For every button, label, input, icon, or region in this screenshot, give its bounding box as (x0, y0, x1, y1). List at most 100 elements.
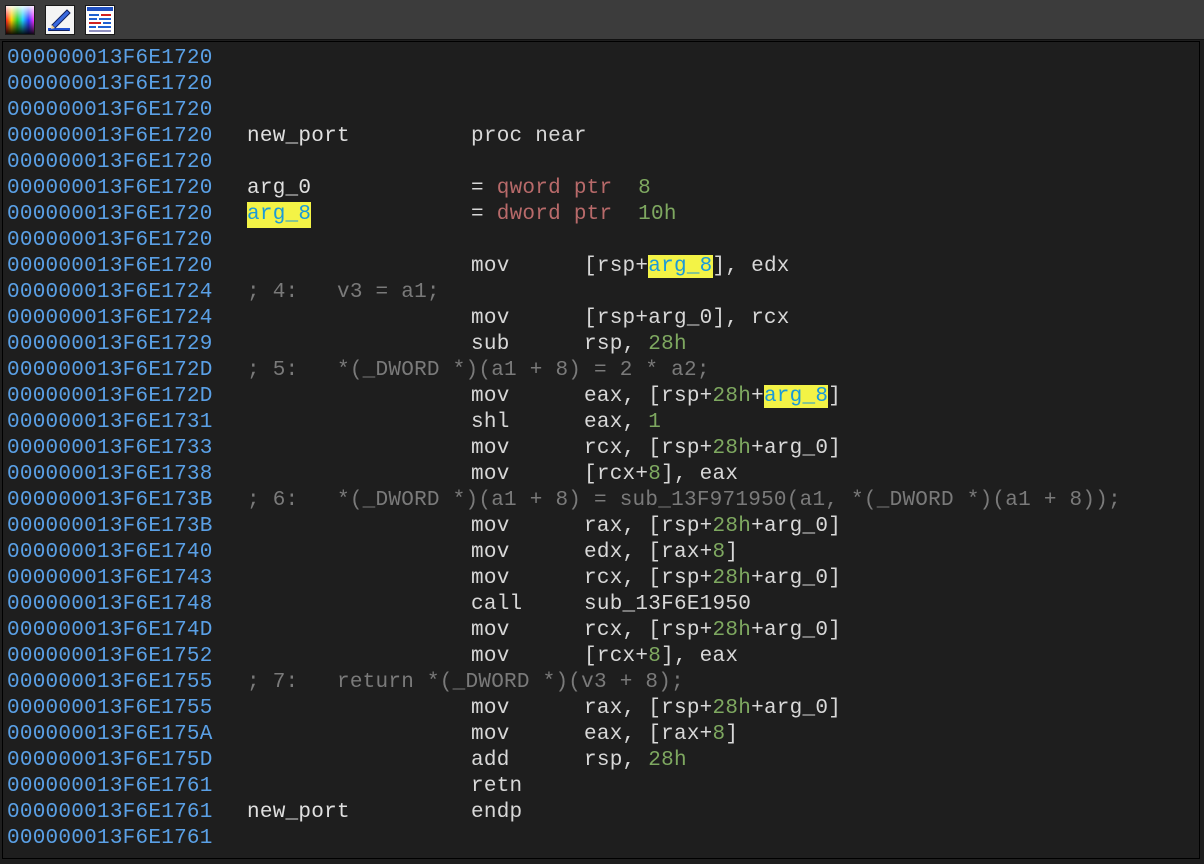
listing-line[interactable]: 000000013F6E1729 sub rsp, 28h (7, 332, 1197, 358)
operand-part: +arg_0] (751, 619, 842, 642)
operand-part: ], eax (661, 645, 739, 668)
address: 000000013F6E174D (7, 619, 213, 642)
mnemonic: mov (471, 618, 510, 644)
listing-line[interactable]: 000000013F6E1761 new_port endp (7, 800, 1197, 826)
mnemonic-text: mov (471, 437, 510, 460)
mnemonic-text: mov (471, 723, 510, 746)
listing-line[interactable]: 000000013F6E175A mov eax, [rax+8] (7, 722, 1197, 748)
listing-line[interactable]: 000000013F6E172D mov eax, [rsp+28h+arg_8] (7, 384, 1197, 410)
toolbar (0, 0, 1204, 40)
highlighted-operand[interactable]: arg_8 (648, 255, 713, 278)
listing-line[interactable]: 000000013F6E1720 (7, 72, 1197, 98)
listing-line[interactable]: 000000013F6E1755 ; 7: return *(_DWORD *)(… (7, 670, 1197, 696)
pseudocode-comment: ; 6: *(_DWORD *)(a1 + 8) = sub_13F971950… (247, 489, 1121, 512)
address: 000000013F6E1755 (7, 697, 213, 720)
mnemonic-text: shl (471, 411, 510, 434)
mnemonic: add (471, 748, 510, 774)
operands: [rsp+arg_0], rcx (584, 306, 790, 332)
mnemonic-text: mov (471, 515, 510, 538)
listing-line[interactable]: 000000013F6E1720 arg_8 = dword ptr 10h (7, 202, 1197, 228)
address: 000000013F6E1738 (7, 463, 213, 486)
listing-line[interactable]: 000000013F6E1761 (7, 826, 1197, 852)
listing-line[interactable]: 000000013F6E1724 mov [rsp+arg_0], rcx (7, 306, 1197, 332)
operands: edx, [rax+8] (584, 540, 738, 566)
listing-line[interactable]: 000000013F6E173B ; 6: *(_DWORD *)(a1 + 8)… (7, 488, 1197, 514)
listing-line[interactable]: 000000013F6E1724 ; 4: v3 = a1; (7, 280, 1197, 306)
operand-part: 8 (712, 723, 726, 746)
operand-part: +arg_0] (751, 515, 842, 538)
operand-part: 8 (638, 177, 651, 200)
mnemonic: shl (471, 410, 510, 436)
address: 000000013F6E1724 (7, 281, 213, 304)
listing-line[interactable]: 000000013F6E1755 mov rax, [rsp+28h+arg_0] (7, 696, 1197, 722)
edit-icon[interactable] (45, 5, 75, 35)
listing-line[interactable]: 000000013F6E1743 mov rcx, [rsp+28h+arg_0] (7, 566, 1197, 592)
operands: eax, 1 (584, 410, 661, 436)
highlighted-operand[interactable]: arg_8 (763, 385, 829, 408)
mnemonic-text: mov (471, 385, 510, 408)
disassembly-listing[interactable]: 000000013F6E1720 000000013F6E1720 00000001… (2, 41, 1200, 859)
listing-line[interactable]: 000000013F6E1720 mov [rsp+arg_8], edx (7, 254, 1197, 280)
listing-line[interactable]: 000000013F6E1752 mov [rcx+8], eax (7, 644, 1197, 670)
operands: rcx, [rsp+28h+arg_0] (584, 618, 841, 644)
listing-line[interactable]: 000000013F6E1733 mov rcx, [rsp+28h+arg_0] (7, 436, 1197, 462)
mnemonic: mov (471, 306, 510, 332)
listing-line[interactable]: 000000013F6E1740 mov edx, [rax+8] (7, 540, 1197, 566)
mnemonic: mov (471, 436, 510, 462)
text-view-icon[interactable] (85, 5, 115, 35)
listing-line[interactable]: 000000013F6E1720 (7, 46, 1197, 72)
mnemonic: endp (471, 800, 522, 826)
address: 000000013F6E1720 (7, 203, 213, 226)
address: 000000013F6E175D (7, 749, 213, 772)
mnemonic: call (471, 592, 522, 618)
operands: rax, [rsp+28h+arg_0] (584, 514, 841, 540)
mnemonic-text: mov (471, 567, 510, 590)
pseudocode-comment: ; 5: *(_DWORD *)(a1 + 8) = 2 * a2; (247, 359, 710, 382)
mnemonic-text: mov (471, 541, 510, 564)
address: 000000013F6E173B (7, 489, 213, 512)
symbol-label[interactable]: arg_0 (247, 176, 311, 202)
operand-part: eax, (584, 411, 649, 434)
operands: rsp, 28h (584, 332, 687, 358)
listing-line[interactable]: 000000013F6E175D add rsp, 28h (7, 748, 1197, 774)
listing-line[interactable]: 000000013F6E172D ; 5: *(_DWORD *)(a1 + 8)… (7, 358, 1197, 384)
address: 000000013F6E172D (7, 359, 213, 382)
listing-line[interactable]: 000000013F6E1731 shl eax, 1 (7, 410, 1197, 436)
listing-line[interactable]: 000000013F6E1720 arg_0 = qword ptr 8 (7, 176, 1197, 202)
mnemonic-text: mov (471, 255, 510, 278)
listing-line[interactable]: 000000013F6E174D mov rcx, [rsp+28h+arg_0] (7, 618, 1197, 644)
symbol-label[interactable]: arg_8 (247, 202, 312, 228)
mnemonic: mov (471, 722, 510, 748)
operands: rax, [rsp+28h+arg_0] (584, 696, 841, 722)
mnemonic-text: mov (471, 697, 510, 720)
listing-line[interactable]: 000000013F6E173B mov rax, [rsp+28h+arg_0] (7, 514, 1197, 540)
symbol-label[interactable]: new_port (247, 124, 350, 150)
mnemonic: mov (471, 566, 510, 592)
address: 000000013F6E175A (7, 723, 213, 746)
operand-part: 28h (712, 385, 752, 408)
symbol-label[interactable]: new_port (247, 800, 350, 826)
listing-line[interactable]: 000000013F6E1720 new_port proc near (7, 124, 1197, 150)
listing-line[interactable]: 000000013F6E1720 (7, 150, 1197, 176)
address: 000000013F6E1720 (7, 151, 213, 174)
listing-line[interactable]: 000000013F6E1720 (7, 98, 1197, 124)
mnemonic-text: mov (471, 645, 510, 668)
operand-part: 28h (712, 515, 752, 538)
listing-line[interactable]: 000000013F6E1761 retn (7, 774, 1197, 800)
address: 000000013F6E1720 (7, 99, 213, 122)
operand-part: qword ptr (496, 177, 613, 200)
operand-part: sub_13F6E1950 (584, 593, 752, 616)
address: 000000013F6E1740 (7, 541, 213, 564)
operand-part: 10h (638, 203, 677, 226)
address: 000000013F6E1724 (7, 307, 213, 330)
address: 000000013F6E172D (7, 385, 213, 408)
address: 000000013F6E1720 (7, 73, 213, 96)
listing-line[interactable]: 000000013F6E1748 call sub_13F6E1950 (7, 592, 1197, 618)
operands: rcx, [rsp+28h+arg_0] (584, 566, 841, 592)
address: 000000013F6E1755 (7, 671, 213, 694)
graph-colors-icon[interactable] (5, 5, 35, 35)
operand-part: edx, [rax+ (584, 541, 713, 564)
listing-line[interactable]: 000000013F6E1738 mov [rcx+8], eax (7, 462, 1197, 488)
operands: rcx, [rsp+28h+arg_0] (584, 436, 841, 462)
listing-line[interactable]: 000000013F6E1720 (7, 228, 1197, 254)
